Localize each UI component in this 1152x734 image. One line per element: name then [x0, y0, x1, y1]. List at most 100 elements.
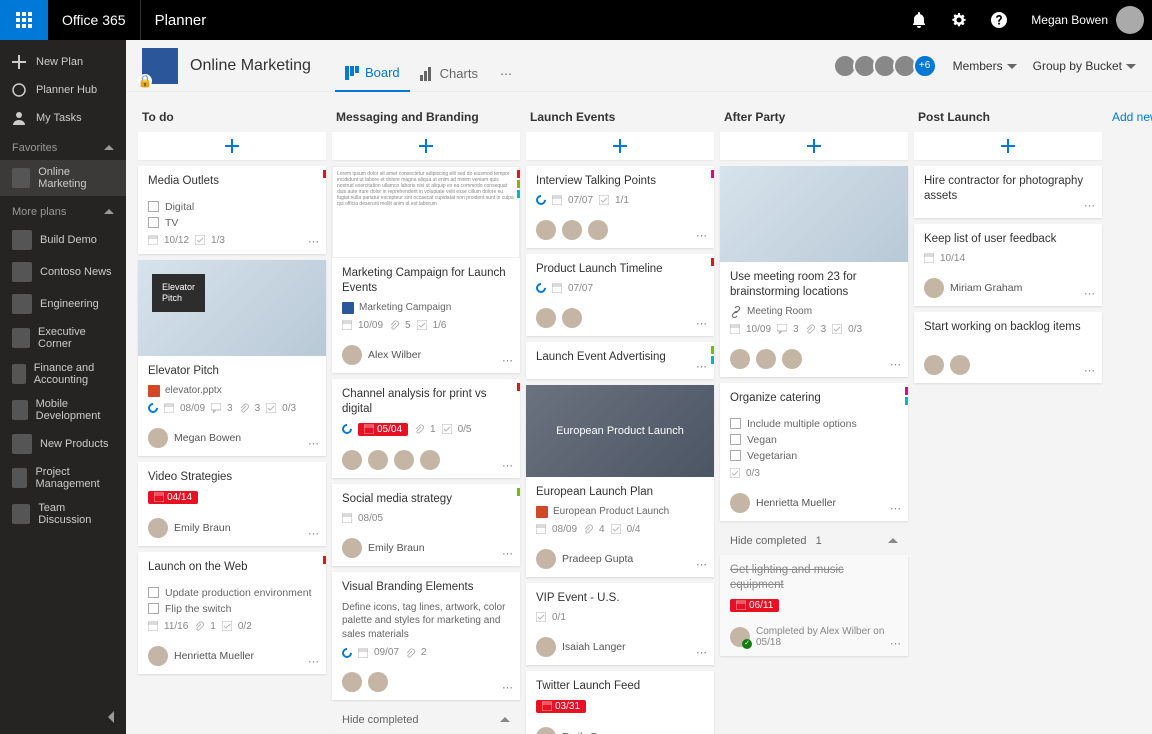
card-more-menu[interactable]: ⋯ — [890, 358, 902, 371]
left-sidebar: New Plan Planner Hub My Tasks Favorites … — [0, 40, 126, 734]
task-card[interactable]: Twitter Launch Feed 03/31⋯Emily Braun — [526, 671, 714, 734]
due-date: 08/09 — [180, 403, 205, 414]
add-task-button[interactable] — [914, 132, 1102, 160]
member-stack[interactable]: +6 — [837, 54, 937, 78]
new-plan-button[interactable]: New Plan — [0, 48, 126, 76]
task-card[interactable]: ElevatorPitchElevator Pitchelevator.pptx… — [138, 260, 326, 456]
card-more-menu[interactable]: ⋯ — [696, 646, 708, 659]
tab-board[interactable]: Board — [335, 56, 410, 92]
settings-button[interactable] — [939, 0, 979, 40]
sidebar-plan-item[interactable]: Build Demo — [0, 224, 126, 256]
members-dropdown[interactable]: Members — [953, 59, 1017, 73]
member-overflow: +6 — [913, 54, 937, 78]
tab-charts[interactable]: Charts — [410, 56, 488, 92]
calendar-icon — [542, 701, 552, 711]
task-card[interactable]: VIP Event - U.S. 0/1⋯Isaiah Langer — [526, 583, 714, 665]
sidebar-plan-item[interactable]: Engineering — [0, 288, 126, 320]
card-more-menu[interactable]: ⋯ — [308, 527, 320, 540]
card-more-menu[interactable]: ⋯ — [696, 317, 708, 330]
card-assignee-row: Henrietta Mueller — [138, 640, 326, 674]
sidebar-plan-item[interactable]: New Products — [0, 428, 126, 460]
card-title: Twitter Launch Feed — [536, 679, 704, 694]
task-card[interactable]: Get lighting and music equipment 06/11⋯✓… — [720, 555, 908, 656]
task-card[interactable]: Social media strategy 08/05⋯Emily Braun — [332, 484, 520, 566]
checklist-item[interactable]: Digital — [148, 199, 316, 215]
sidebar-plan-label: Build Demo — [40, 234, 97, 246]
my-tasks-button[interactable]: My Tasks — [0, 104, 126, 132]
add-bucket-button[interactable]: Add new bu — [1108, 104, 1152, 130]
checklist-item[interactable]: Flip the switch — [148, 601, 316, 617]
group-by-dropdown[interactable]: Group by Bucket — [1033, 59, 1136, 73]
collapse-sidebar-button[interactable] — [106, 711, 118, 726]
card-more-menu[interactable]: ⋯ — [308, 437, 320, 450]
add-task-button[interactable] — [526, 132, 714, 160]
sidebar-plan-item[interactable]: Mobile Development — [0, 392, 126, 428]
task-card[interactable]: Start working on backlog items⋯ — [914, 312, 1102, 383]
favorites-section-header[interactable]: Favorites — [0, 132, 126, 160]
sidebar-plan-item[interactable]: Finance and Accounting — [0, 356, 126, 392]
task-card[interactable]: Video Strategies 04/14⋯Emily Braun — [138, 462, 326, 546]
column-header[interactable]: After Party — [720, 104, 908, 132]
checklist-item[interactable]: Vegan — [730, 432, 898, 448]
card-more-menu[interactable]: ⋯ — [696, 360, 708, 373]
more-plans-section-header[interactable]: More plans — [0, 196, 126, 224]
checklist-item[interactable]: Update production environment — [148, 585, 316, 601]
calendar-icon — [154, 492, 164, 502]
card-more-menu[interactable]: ⋯ — [502, 459, 514, 472]
column-header[interactable]: To do — [138, 104, 326, 132]
task-card[interactable]: Visual Branding ElementsDefine icons, ta… — [332, 572, 520, 700]
task-card[interactable]: Keep list of user feedback 10/14⋯Miriam … — [914, 224, 1102, 306]
group-by-value: Bucket — [1085, 59, 1122, 73]
column-header[interactable]: Messaging and Branding — [332, 104, 520, 132]
task-card[interactable]: Product Launch Timeline 07/07⋯ — [526, 254, 714, 336]
card-more-menu[interactable]: ⋯ — [502, 354, 514, 367]
card-more-menu[interactable]: ⋯ — [1084, 287, 1096, 300]
sidebar-plan-item[interactable]: Executive Corner — [0, 320, 126, 356]
card-more-menu[interactable]: ⋯ — [890, 637, 902, 650]
task-card[interactable]: Use meeting room 23 for brainstorming lo… — [720, 166, 908, 377]
question-icon — [991, 12, 1007, 28]
task-card[interactable]: Lorem ipsum dolor sit amet consectetur a… — [332, 166, 520, 373]
add-task-button[interactable] — [720, 132, 908, 160]
help-button[interactable] — [979, 0, 1019, 40]
sidebar-plan-item[interactable]: Contoso News — [0, 256, 126, 288]
task-card[interactable]: Interview Talking Points 07/07 1/1⋯ — [526, 166, 714, 248]
task-card[interactable]: Launch Event Advertising⋯ — [526, 342, 714, 379]
task-card[interactable]: Hire contractor for photography assets⋯ — [914, 166, 1102, 218]
card-attachment: Meeting Room — [730, 306, 898, 318]
sidebar-plan-item[interactable]: Team Discussion — [0, 496, 126, 532]
add-task-button[interactable] — [332, 132, 520, 160]
column-header[interactable]: Post Launch — [914, 104, 1102, 132]
card-more-menu[interactable]: ⋯ — [1084, 364, 1096, 377]
checklist-item[interactable]: Include multiple options — [730, 416, 898, 432]
add-task-button[interactable] — [138, 132, 326, 160]
due-date: 10/09 — [358, 320, 383, 331]
task-card[interactable]: Media OutletsDigitalTV 10/12 1/3⋯ — [138, 166, 326, 254]
notifications-button[interactable] — [899, 0, 939, 40]
card-more-menu[interactable]: ⋯ — [502, 547, 514, 560]
tab-more-button[interactable]: ⋯ — [488, 67, 524, 81]
card-more-menu[interactable]: ⋯ — [1084, 199, 1096, 212]
card-more-menu[interactable]: ⋯ — [890, 502, 902, 515]
task-card[interactable]: Launch on the WebUpdate production envir… — [138, 552, 326, 674]
card-more-menu[interactable]: ⋯ — [308, 655, 320, 668]
hide-completed-toggle[interactable]: Hide completed — [332, 706, 520, 734]
app-launcher-button[interactable] — [0, 0, 48, 40]
checklist-item[interactable]: Vegetarian — [730, 448, 898, 464]
task-card[interactable]: Organize cateringInclude multiple option… — [720, 383, 908, 521]
column-header[interactable]: Launch Events — [526, 104, 714, 132]
user-avatar[interactable] — [1116, 6, 1144, 34]
task-card[interactable]: Channel analysis for print vs digital 05… — [332, 379, 520, 478]
task-card[interactable]: European Product LaunchEuropean Launch P… — [526, 385, 714, 577]
card-more-menu[interactable]: ⋯ — [696, 229, 708, 242]
due-date-overdue: 06/11 — [730, 599, 779, 612]
card-more-menu[interactable]: ⋯ — [308, 235, 320, 248]
sidebar-plan-item[interactable]: Project Management — [0, 460, 126, 496]
due-date: 09/07 — [374, 647, 399, 658]
card-more-menu[interactable]: ⋯ — [502, 681, 514, 694]
checklist-item[interactable]: TV — [148, 215, 316, 231]
hide-completed-toggle[interactable]: Hide completed 1 — [720, 527, 908, 555]
planner-hub-button[interactable]: Planner Hub — [0, 76, 126, 104]
sidebar-plan-online-marketing[interactable]: Online Marketing — [0, 160, 126, 196]
card-more-menu[interactable]: ⋯ — [696, 558, 708, 571]
